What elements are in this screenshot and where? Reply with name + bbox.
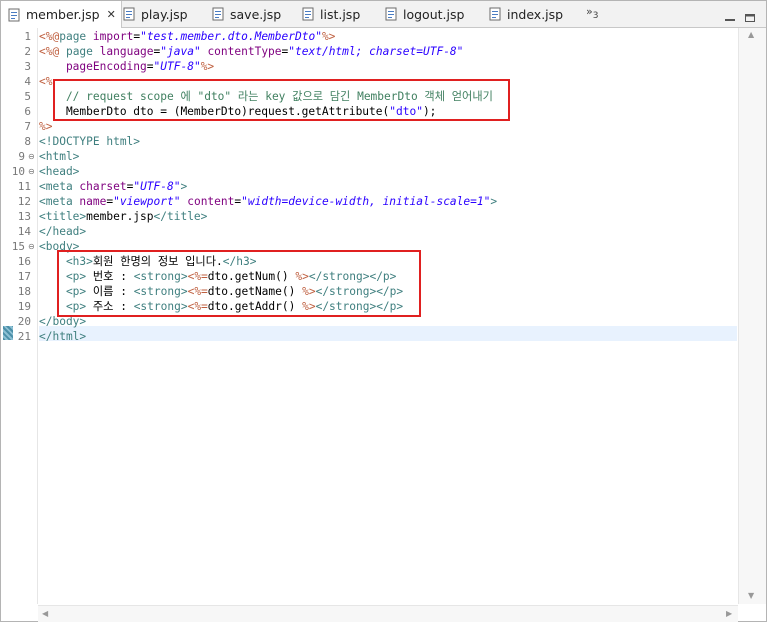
line-number: 12 xyxy=(17,195,31,208)
jsp-file-icon xyxy=(122,7,136,21)
line-number: 20 xyxy=(17,315,31,328)
code-line-1: <%@page import="test.member.dto.MemberDt… xyxy=(39,30,336,43)
hidden-tab-count: 3 xyxy=(592,11,599,22)
minimize-button[interactable] xyxy=(724,8,736,21)
tab-label: save.jsp xyxy=(230,6,282,22)
code-editor[interactable]: 1 2 3 4 5 6 7 8 9 ⊖ 10 ⊖ 11 12 13 14 15 … xyxy=(1,28,766,622)
tab-save-jsp[interactable]: save.jsp xyxy=(211,1,281,27)
minimize-icon xyxy=(725,19,735,21)
tab-label: member.jsp xyxy=(26,7,100,22)
scroll-left-icon[interactable]: ◀ xyxy=(42,609,48,618)
scroll-up-icon[interactable]: ▲ xyxy=(748,30,754,39)
jsp-file-icon xyxy=(301,7,315,21)
tab-label: index.jsp xyxy=(507,6,564,22)
highlight-box-body-content xyxy=(57,250,421,317)
close-tab-icon[interactable]: ✕ xyxy=(107,8,116,21)
horizontal-scrollbar[interactable]: ◀ ▶ xyxy=(38,605,738,622)
line-number: 18 xyxy=(17,285,31,298)
line-number: 4 xyxy=(24,75,31,88)
line-number: 7 xyxy=(24,120,31,133)
line-number: 19 xyxy=(17,300,31,313)
code-line-10: <head> xyxy=(39,165,80,178)
tab-label: list.jsp xyxy=(320,6,361,22)
line-number: 17 xyxy=(17,270,31,283)
line-number: 21 xyxy=(17,330,31,343)
line-number: 8 xyxy=(24,135,31,148)
tab-member-jsp[interactable]: member.jsp ✕ xyxy=(1,1,122,28)
scroll-right-icon[interactable]: ▶ xyxy=(726,609,732,618)
highlight-box-scriptlet xyxy=(53,79,510,121)
fold-toggle-icon[interactable]: ⊖ xyxy=(28,149,35,164)
line-number: 9 xyxy=(18,150,25,163)
line-number: 10 xyxy=(11,165,25,178)
code-line-8: <!DOCTYPE html> xyxy=(39,135,141,148)
code-text-area[interactable]: <%@page import="test.member.dto.MemberDt… xyxy=(39,28,737,604)
vertical-scrollbar[interactable]: ▲ ▼ xyxy=(738,28,766,604)
code-line-12: <meta name="viewport" content="width=dev… xyxy=(39,195,498,208)
tab-overflow-button[interactable]: »3 xyxy=(586,5,598,21)
editor-window: member.jsp ✕ play.jsp save.jsp list.jsp … xyxy=(0,0,767,622)
editor-tab-bar: member.jsp ✕ play.jsp save.jsp list.jsp … xyxy=(1,1,766,28)
tab-label: logout.jsp xyxy=(403,6,465,22)
code-line-11: <meta charset="UTF-8"> xyxy=(39,180,188,193)
scroll-down-icon[interactable]: ▼ xyxy=(748,591,754,600)
tab-label: play.jsp xyxy=(141,6,188,22)
line-number: 2 xyxy=(24,45,31,58)
code-line-21: </html> xyxy=(39,330,87,343)
code-line-3: pageEncoding="UTF-8"%> xyxy=(39,60,215,73)
code-line-4: <% xyxy=(39,75,53,88)
code-line-2: <%@ page language="java" contentType="te… xyxy=(39,45,464,58)
jsp-file-icon xyxy=(384,7,398,21)
current-line-marker-icon xyxy=(3,326,13,340)
maximize-icon xyxy=(745,14,755,22)
jsp-file-icon xyxy=(211,7,225,21)
tab-list-jsp[interactable]: list.jsp xyxy=(301,1,360,27)
chevron-double-right-icon: » xyxy=(586,5,593,18)
code-line-9: <html> xyxy=(39,150,80,163)
line-number: 15 xyxy=(11,240,25,253)
line-number: 16 xyxy=(17,255,31,268)
line-number: 1 xyxy=(24,30,31,43)
line-number: 6 xyxy=(24,105,31,118)
line-number: 5 xyxy=(24,90,31,103)
fold-toggle-icon[interactable]: ⊖ xyxy=(28,239,35,254)
code-line-14: </head> xyxy=(39,225,87,238)
line-number: 3 xyxy=(24,60,31,73)
current-line-highlight xyxy=(39,326,737,341)
tab-index-jsp[interactable]: index.jsp xyxy=(488,1,563,27)
jsp-file-icon xyxy=(7,8,21,22)
tab-logout-jsp[interactable]: logout.jsp xyxy=(384,1,464,27)
code-line-7: %> xyxy=(39,120,53,133)
jsp-file-icon xyxy=(488,7,502,21)
tab-play-jsp[interactable]: play.jsp xyxy=(122,1,188,27)
line-number: 11 xyxy=(17,180,31,193)
line-number: 13 xyxy=(17,210,31,223)
line-number: 14 xyxy=(17,225,31,238)
fold-toggle-icon[interactable]: ⊖ xyxy=(28,164,35,179)
code-line-13: <title>member.jsp</title> xyxy=(39,210,208,223)
line-number-gutter: 1 2 3 4 5 6 7 8 9 ⊖ 10 ⊖ 11 12 13 14 15 … xyxy=(1,28,38,604)
maximize-button[interactable] xyxy=(744,8,756,22)
